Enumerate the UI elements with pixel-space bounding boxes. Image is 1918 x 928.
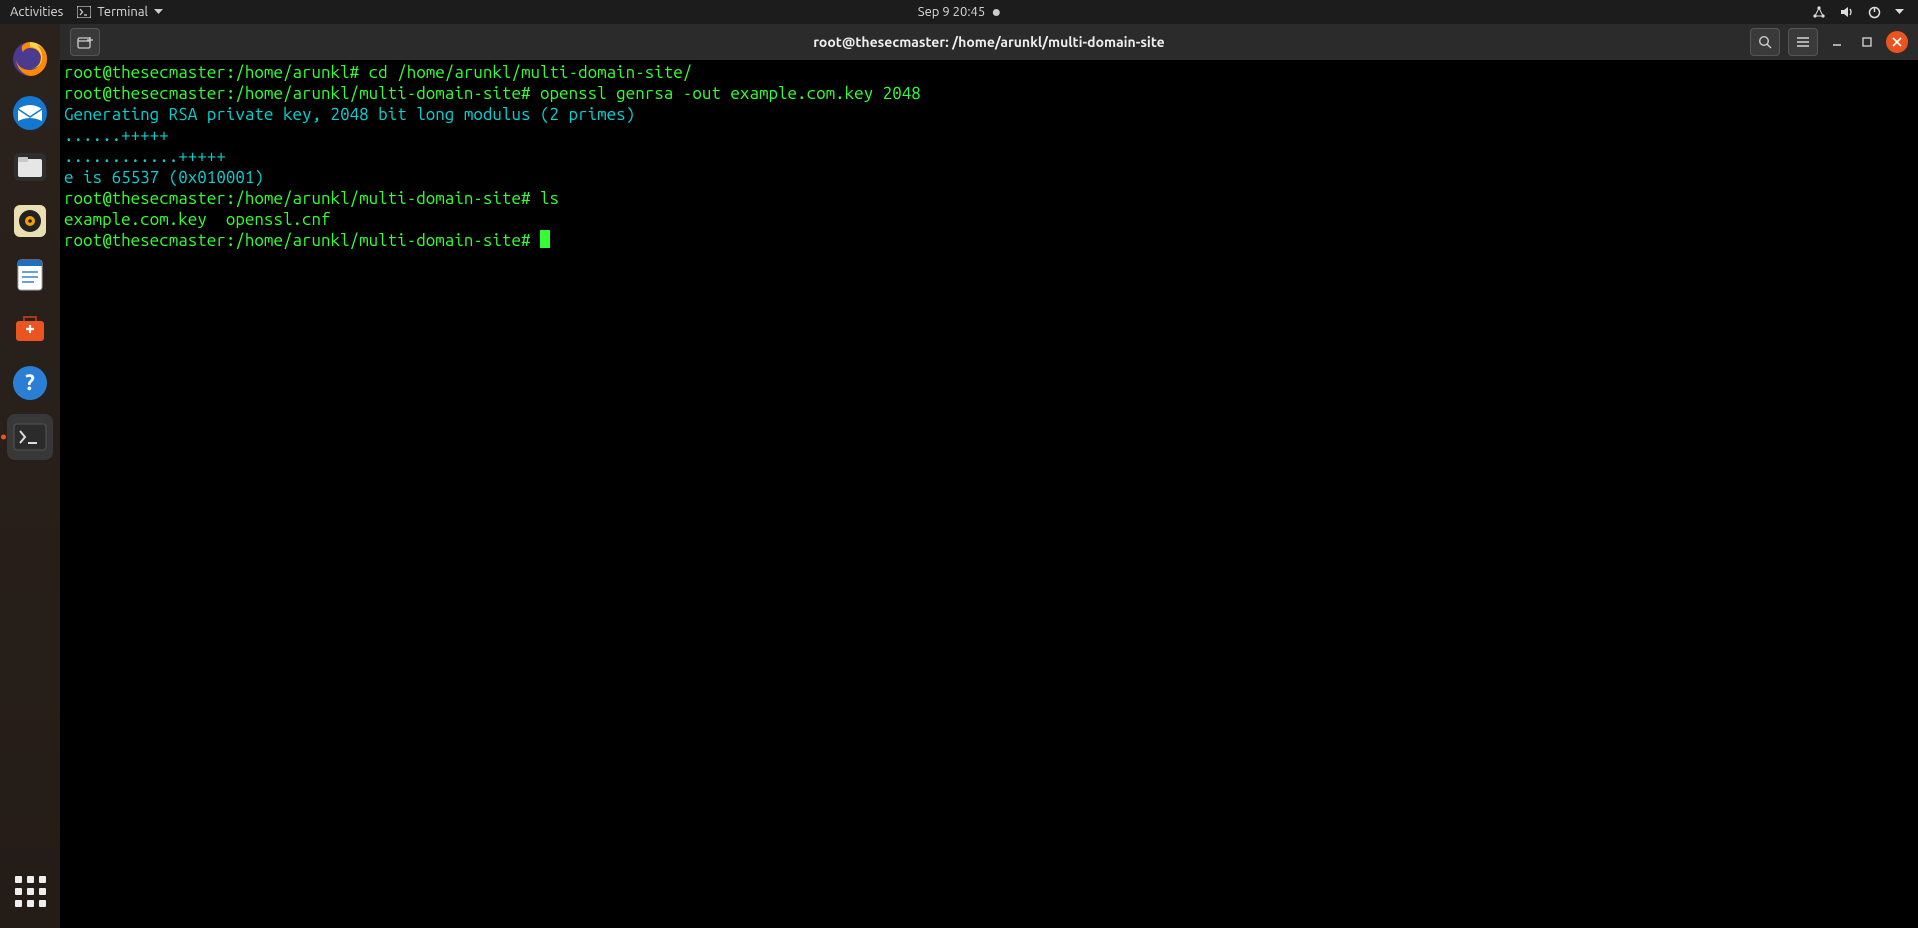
dock-item-writer[interactable] bbox=[7, 252, 53, 298]
maximize-button[interactable] bbox=[1856, 31, 1878, 53]
hamburger-icon bbox=[1796, 36, 1810, 48]
dock-item-firefox[interactable] bbox=[7, 36, 53, 82]
power-icon bbox=[1868, 6, 1881, 19]
terminal-icon bbox=[77, 6, 91, 18]
search-button[interactable] bbox=[1750, 28, 1780, 56]
new-tab-button[interactable] bbox=[70, 28, 100, 56]
svg-text:?: ? bbox=[25, 370, 35, 395]
chevron-down-icon bbox=[1895, 9, 1904, 15]
terminal-line: root@thesecmaster:/home/arunkl/multi-dom… bbox=[64, 188, 1914, 209]
close-icon bbox=[1892, 37, 1902, 47]
hamburger-menu-button[interactable] bbox=[1788, 28, 1818, 56]
app-menu[interactable]: Terminal bbox=[77, 5, 163, 19]
network-icon bbox=[1812, 5, 1826, 19]
terminal-line: ......+++++ bbox=[64, 125, 1914, 146]
terminal-line: e is 65537 (0x010001) bbox=[64, 167, 1914, 188]
clock-text: Sep 9 20:45 bbox=[918, 5, 985, 19]
dock-item-thunderbird[interactable] bbox=[7, 90, 53, 136]
terminal-output[interactable]: root@thesecmaster:/home/arunkl# cd /home… bbox=[60, 60, 1918, 928]
terminal-line: example.com.key openssl.cnf bbox=[64, 209, 1914, 230]
dock-item-files[interactable] bbox=[7, 144, 53, 190]
volume-icon bbox=[1840, 6, 1854, 18]
dock-item-rhythmbox[interactable] bbox=[7, 198, 53, 244]
search-icon bbox=[1758, 35, 1772, 49]
activities-button[interactable]: Activities bbox=[10, 5, 63, 19]
status-area[interactable] bbox=[1812, 5, 1918, 19]
close-button[interactable] bbox=[1886, 31, 1908, 53]
maximize-icon bbox=[1861, 36, 1873, 48]
chevron-down-icon bbox=[154, 9, 163, 15]
gnome-top-bar: Activities Terminal Sep 9 20:45 bbox=[0, 0, 1918, 24]
dock-item-help[interactable]: ? bbox=[7, 360, 53, 406]
cursor bbox=[540, 230, 550, 248]
dock-item-software[interactable] bbox=[7, 306, 53, 352]
window-titlebar: root@thesecmaster: /home/arunkl/multi-do… bbox=[60, 24, 1918, 60]
terminal-line: root@thesecmaster:/home/arunkl/multi-dom… bbox=[64, 230, 1914, 251]
window-title: root@thesecmaster: /home/arunkl/multi-do… bbox=[813, 34, 1164, 50]
clock[interactable]: Sep 9 20:45 bbox=[918, 5, 1000, 19]
dock-item-terminal[interactable] bbox=[7, 414, 53, 460]
dock: ? bbox=[0, 24, 60, 928]
minimize-icon bbox=[1831, 36, 1843, 48]
terminal-line: ............+++++ bbox=[64, 146, 1914, 167]
notification-dot-icon bbox=[993, 9, 1000, 16]
app-menu-label: Terminal bbox=[97, 5, 148, 19]
new-tab-icon bbox=[77, 35, 93, 49]
show-applications-button[interactable] bbox=[7, 868, 53, 914]
terminal-line: root@thesecmaster:/home/arunkl/multi-dom… bbox=[64, 83, 1914, 104]
terminal-line: Generating RSA private key, 2048 bit lon… bbox=[64, 104, 1914, 125]
terminal-line: root@thesecmaster:/home/arunkl# cd /home… bbox=[64, 62, 1914, 83]
minimize-button[interactable] bbox=[1826, 31, 1848, 53]
